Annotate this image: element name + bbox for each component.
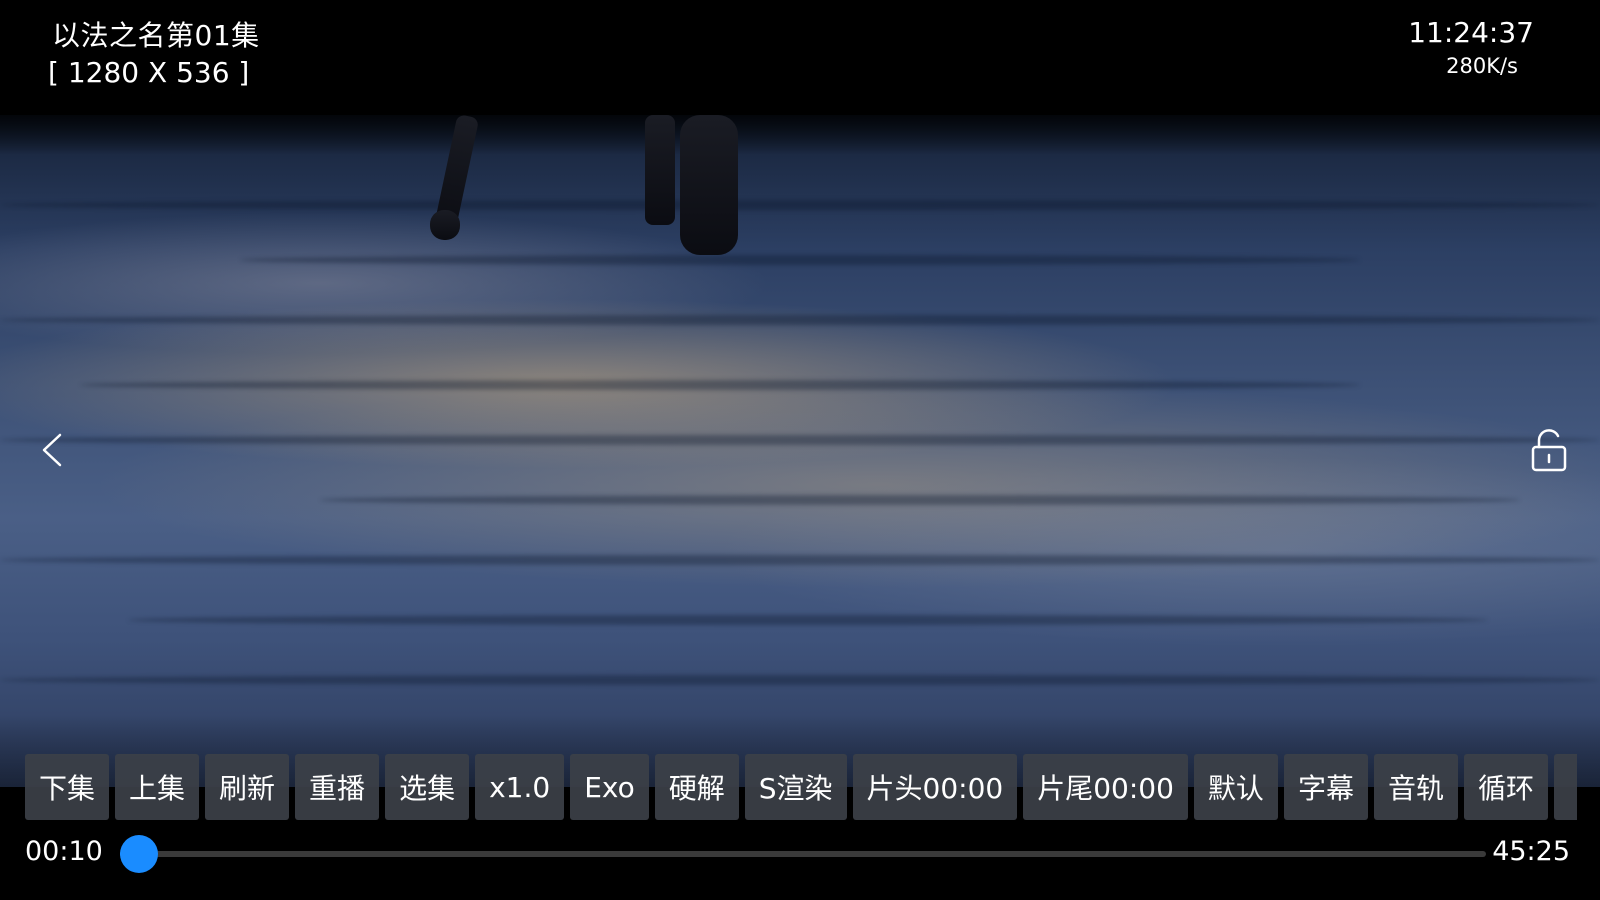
skip-intro-button[interactable]: 片头00:00 [852, 754, 1018, 820]
chevron-left-icon[interactable] [40, 432, 64, 468]
skip-outro-button[interactable]: 片尾00:00 [1023, 754, 1188, 820]
video-resolution: [ 1280 X 536 ] [48, 56, 250, 89]
subtitle-button[interactable]: 字幕 [1283, 754, 1368, 820]
progress-track[interactable] [120, 851, 1486, 857]
render-mode-button[interactable]: S渲染 [744, 754, 847, 820]
network-speed: 280K/s [1446, 54, 1518, 78]
system-clock: 11:24:37 [1408, 16, 1534, 49]
playback-speed-button[interactable]: x1.0 [475, 754, 565, 820]
replay-button[interactable]: 重播 [295, 754, 380, 820]
aspect-ratio-button[interactable]: 默认 [1193, 754, 1278, 820]
progress-thumb[interactable] [120, 835, 159, 873]
loop-button[interactable]: 循环 [1463, 754, 1548, 820]
player-engine-button[interactable]: Exo [570, 754, 649, 820]
total-time: 45:25 [1492, 836, 1570, 867]
hardware-decode-button[interactable]: 硬解 [654, 754, 739, 820]
audio-track-button[interactable]: 音轨 [1373, 754, 1458, 820]
current-time: 00:10 [25, 836, 103, 867]
previous-episode-button[interactable]: 上集 [115, 754, 200, 820]
control-bar: 下集 上集 刷新 重播 选集 x1.0 Exo 硬解 S渲染 片头00:00 片… [25, 754, 1577, 820]
unlock-icon[interactable] [1530, 428, 1568, 472]
episode-select-button[interactable]: 选集 [385, 754, 470, 820]
next-episode-button[interactable]: 下集 [25, 754, 110, 820]
more-button-partial[interactable] [1553, 754, 1577, 820]
refresh-button[interactable]: 刷新 [205, 754, 290, 820]
video-title: 以法之名第01集 [52, 19, 260, 52]
video-frame[interactable] [0, 115, 1600, 787]
